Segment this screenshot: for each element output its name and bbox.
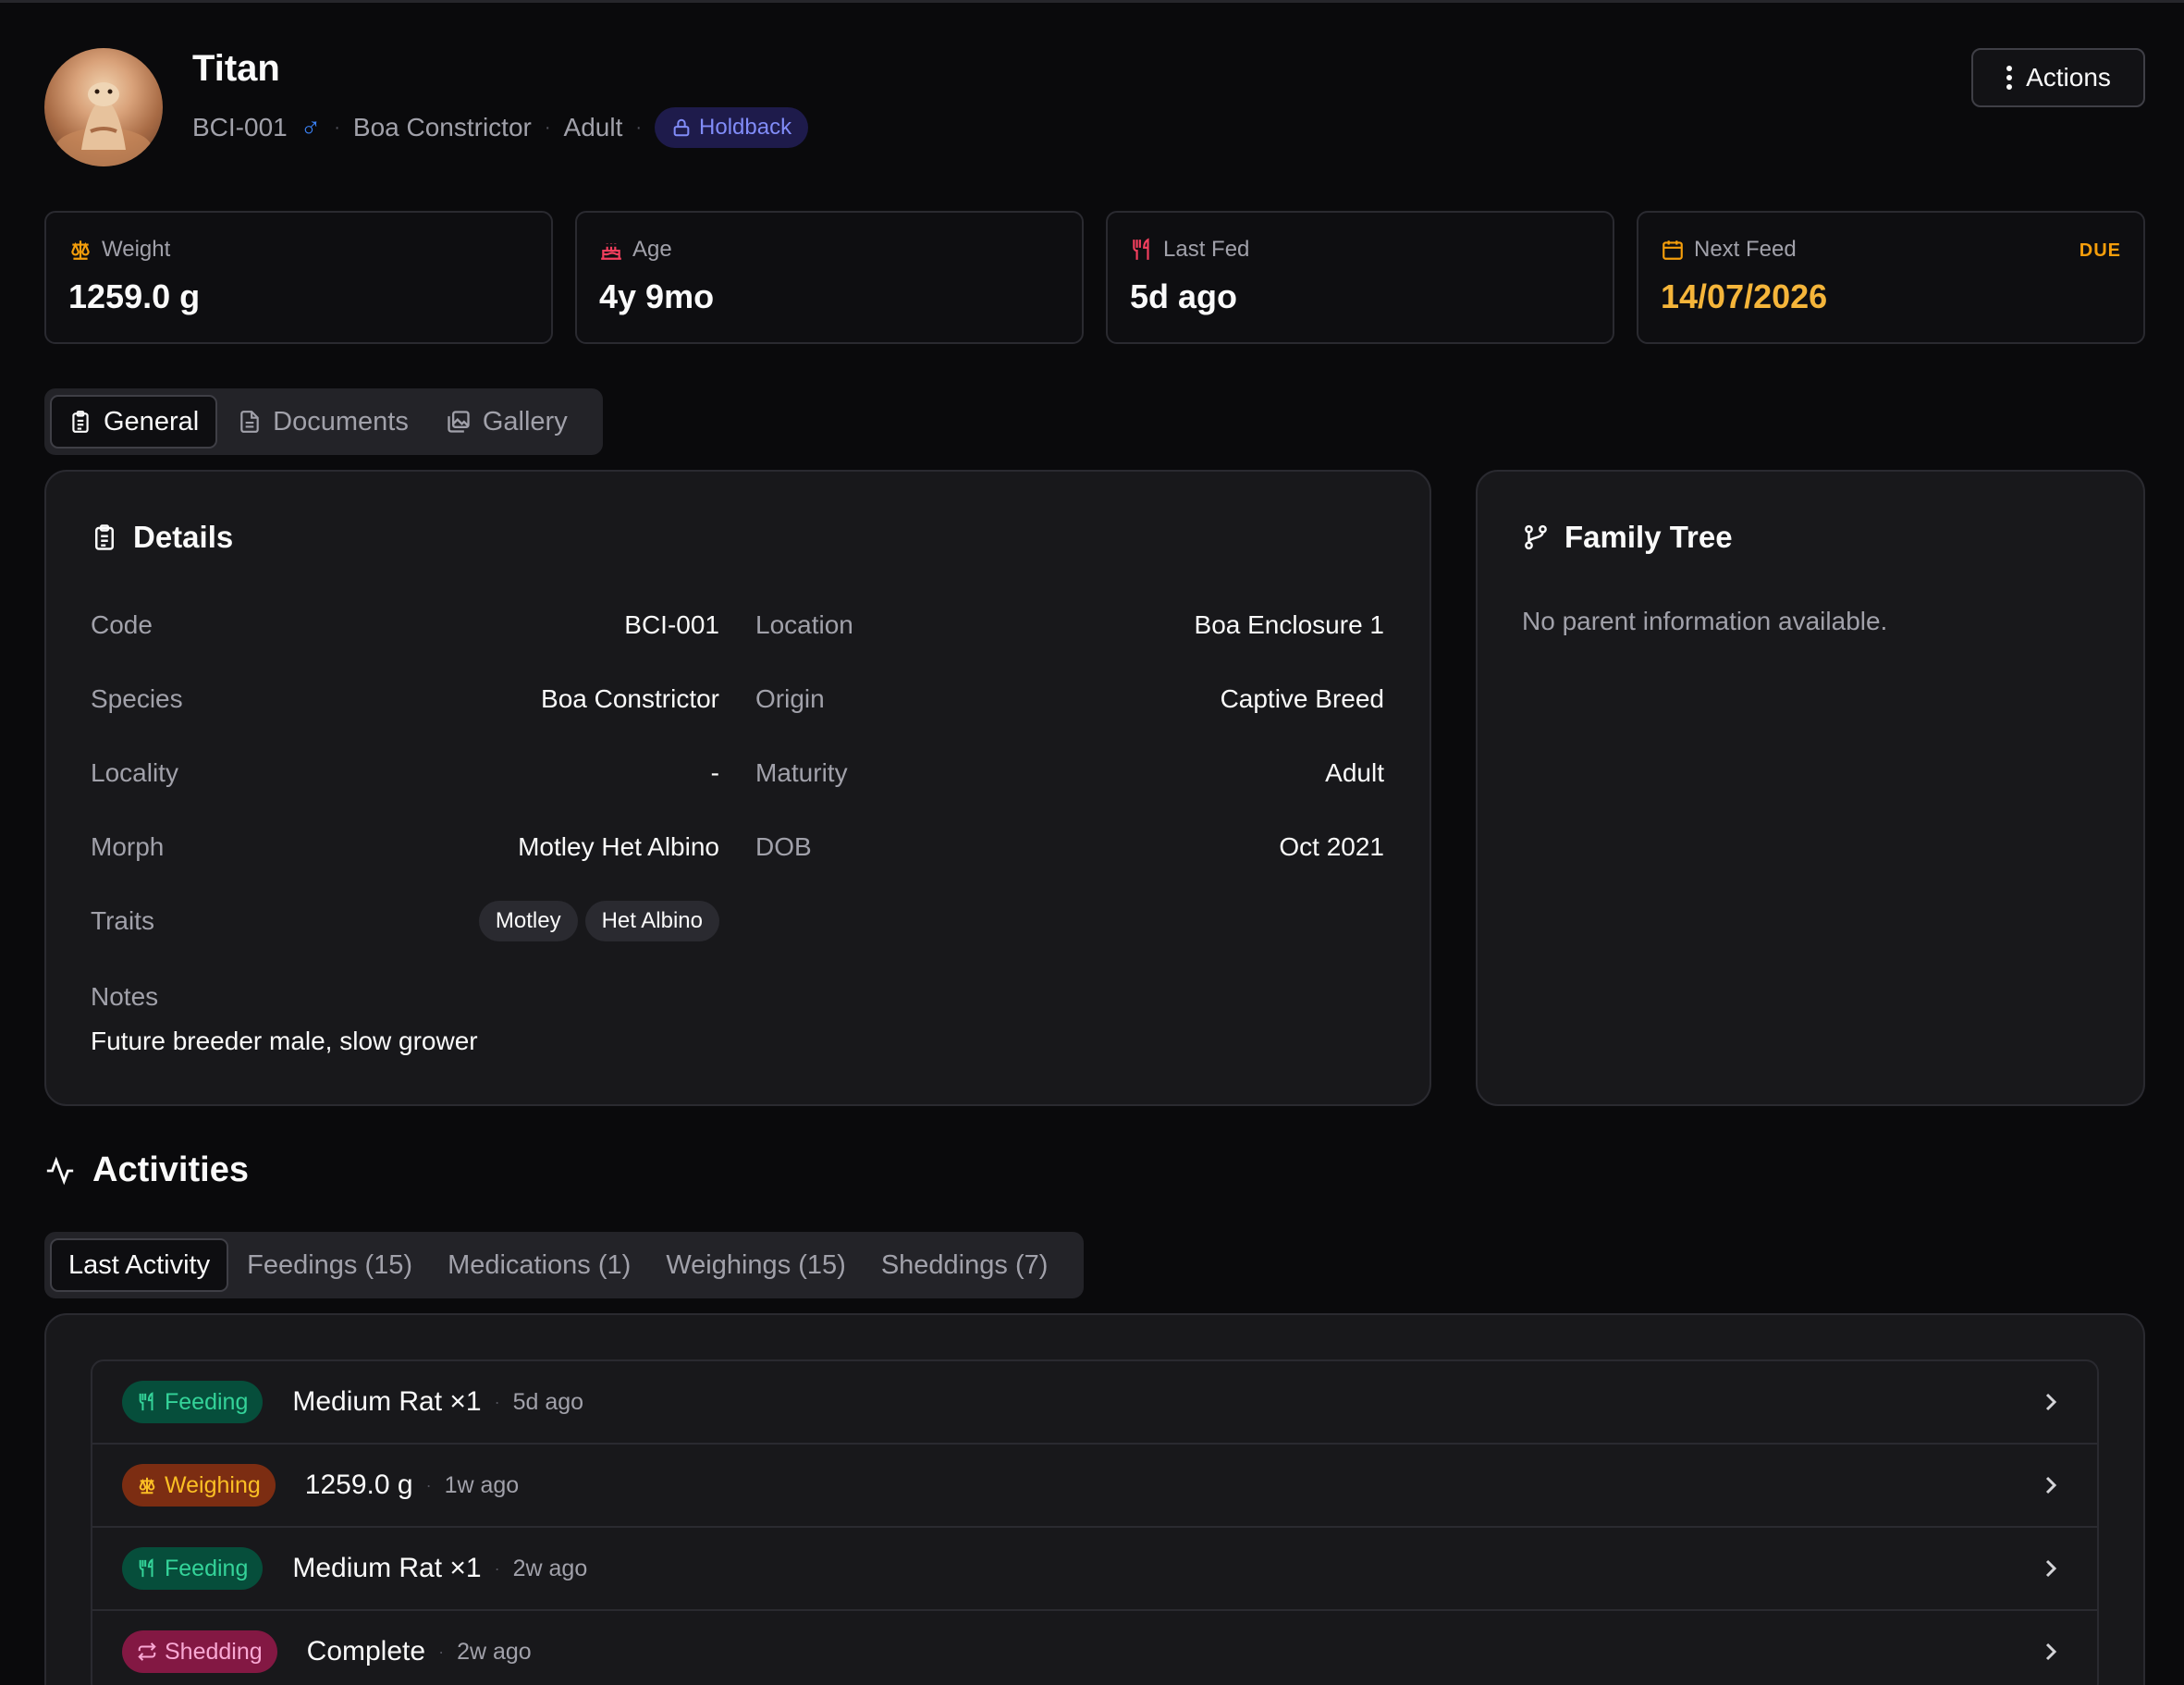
images-icon: [448, 411, 470, 433]
last-fed-card: Last Fed 5d ago: [1106, 211, 1614, 344]
tab-general[interactable]: General: [50, 395, 218, 449]
git-branch-icon: [1525, 524, 1547, 550]
activity-list-panel: Feeding Medium Rat ×1 · 5d ago Weighing 12…: [44, 1313, 2145, 1685]
detail-row-traits: Traits Motley Het Albino: [91, 901, 719, 941]
top-border: [0, 0, 2184, 3]
animal-maturity: Adult: [563, 113, 623, 141]
feeding-badge: Feeding: [122, 1381, 264, 1423]
animal-name: Titan: [192, 48, 280, 89]
trait-chip: Motley: [478, 901, 578, 941]
weighing-badge: Weighing: [122, 1464, 276, 1507]
age-value: 4y 9mo: [599, 277, 715, 315]
detail-row-dob: DOB Oct 2021: [755, 832, 1384, 861]
animal-species: Boa Constrictor: [352, 113, 532, 141]
next-feed-value: 14/07/2026: [1661, 277, 1828, 315]
notes-label: Notes: [91, 982, 159, 1011]
details-title: Details: [133, 520, 234, 554]
utensils-icon: [139, 1392, 153, 1411]
tab-documents[interactable]: Documents: [221, 395, 425, 449]
scale-icon: [139, 1477, 155, 1494]
clipboard-icon: [95, 524, 114, 550]
details-panel: Details Code BCI-001 Species Boa Constrict…: [44, 470, 1431, 1106]
tab-feedings[interactable]: Feedings (15): [230, 1238, 429, 1292]
more-vertical-icon: [2006, 66, 2013, 90]
activity-row[interactable]: Shedding Complete · 2w ago: [92, 1611, 2097, 1685]
detail-row-species: Species Boa Constrictor: [91, 684, 719, 713]
utensils-icon: [1133, 238, 1149, 260]
cake-icon: [601, 243, 621, 260]
weight-value: 1259.0 g: [68, 277, 201, 315]
main-tabs: General Documents Gallery: [44, 388, 603, 455]
detail-row-location: Location Boa Enclosure 1: [755, 610, 1384, 639]
holdback-badge: Holdback: [655, 107, 809, 148]
age-card: Age 4y 9mo: [575, 211, 1084, 344]
due-badge: DUE: [2079, 240, 2121, 261]
notes-text: Future breeder male, slow grower: [91, 1027, 478, 1055]
detail-row-locality: Locality -: [91, 758, 719, 787]
next-feed-card: Next Feed DUE 14/07/2026: [1637, 211, 2145, 344]
utensils-icon: [139, 1558, 153, 1578]
clipboard-icon: [72, 411, 89, 433]
animal-avatar: [44, 48, 163, 166]
traits-list: Motley Het Albino: [472, 901, 719, 941]
activity-list: Feeding Medium Rat ×1 · 5d ago Weighing 12…: [91, 1359, 2099, 1685]
weight-card: Weight 1259.0 g: [44, 211, 553, 344]
shedding-badge: Shedding: [122, 1630, 277, 1673]
animal-code: BCI-001: [192, 113, 288, 141]
tab-weighings[interactable]: Weighings (15): [649, 1238, 863, 1292]
family-tree-panel: Family Tree No parent information availa…: [1476, 470, 2145, 1106]
family-tree-title: Family Tree: [1564, 520, 1733, 554]
tab-gallery[interactable]: Gallery: [429, 395, 584, 449]
feeding-badge: Feeding: [122, 1547, 264, 1590]
document-icon: [240, 411, 259, 433]
lock-icon: [673, 118, 690, 137]
detail-row-origin: Origin Captive Breed: [755, 684, 1384, 713]
tab-sheddings[interactable]: Sheddings (7): [865, 1238, 1065, 1292]
chevron-right-icon: [2045, 1642, 2057, 1661]
activity-row[interactable]: Feeding Medium Rat ×1 · 5d ago: [92, 1361, 2097, 1445]
male-icon: ♂: [300, 112, 322, 142]
activity-row[interactable]: Feeding Medium Rat ×1 · 2w ago: [92, 1528, 2097, 1611]
calendar-icon: [1663, 240, 1683, 260]
chevron-right-icon: [2045, 1559, 2057, 1578]
detail-row-code: Code BCI-001: [91, 610, 719, 639]
chevron-right-icon: [2045, 1393, 2057, 1411]
last-fed-value: 5d ago: [1130, 277, 1238, 315]
detail-row-morph: Morph Motley Het Albino: [91, 832, 719, 861]
trait-chip: Het Albino: [584, 901, 719, 941]
family-tree-empty: No parent information available.: [1522, 607, 1888, 635]
activity-tabs: Last Activity Feedings (15) Medications …: [44, 1232, 1084, 1298]
detail-row-maturity: Maturity Adult: [755, 758, 1384, 787]
refresh-arrows-icon: [138, 1642, 156, 1661]
activities-heading: Activities: [44, 1150, 249, 1190]
activity-icon: [46, 1156, 74, 1185]
animal-subline: BCI-001 ♂ · Boa Constrictor · Adult · Ho…: [192, 105, 809, 150]
chevron-right-icon: [2045, 1476, 2057, 1494]
actions-button[interactable]: Actions: [1971, 48, 2145, 107]
tab-last-activity[interactable]: Last Activity: [50, 1238, 229, 1292]
tab-medications[interactable]: Medications (1): [431, 1238, 647, 1292]
scale-icon: [71, 240, 90, 260]
activity-row[interactable]: Weighing 1259.0 g · 1w ago: [92, 1445, 2097, 1528]
